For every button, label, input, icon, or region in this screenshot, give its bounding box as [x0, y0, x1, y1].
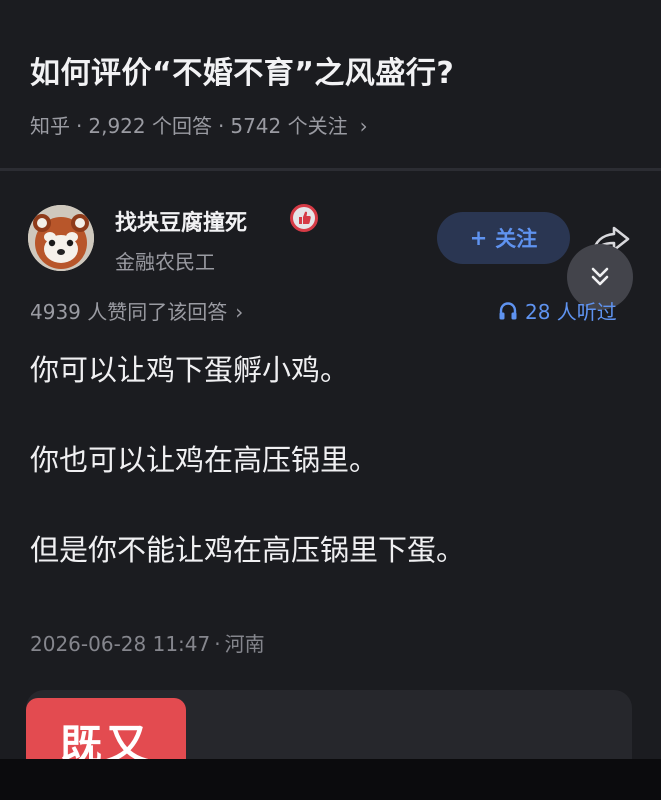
- plus-icon: +: [469, 226, 488, 250]
- meta-separator: ·: [217, 114, 225, 138]
- listen-summary[interactable]: 28 人听过: [497, 296, 647, 325]
- thumbs-up-badge-icon: [290, 204, 318, 232]
- follower-count: 5742 个关注: [230, 114, 348, 138]
- follow-label: 关注: [495, 227, 538, 251]
- double-chevron-down-icon: [591, 267, 609, 286]
- question-meta[interactable]: 知乎 · 2,922 个回答 · 5742 个关注 ›: [30, 110, 368, 139]
- answer-count: 2,922 个回答: [88, 114, 212, 138]
- follow-button[interactable]: + 关注: [437, 212, 570, 264]
- meta-separator: ·: [76, 114, 83, 138]
- question-header[interactable]: 如何评价“不婚不育”之风盛行? 知乎 · 2,922 个回答 · 5742 个关注 ›: [0, 0, 661, 160]
- author-name[interactable]: 找块豆腐撞死: [115, 205, 247, 237]
- author-title: 金融农民工: [115, 250, 215, 274]
- answer-location: 河南: [224, 632, 265, 656]
- headphones-icon: [499, 301, 517, 319]
- answer-page: 如何评价“不婚不育”之风盛行? 知乎 · 2,922 个回答 · 5742 个关注 › 找…: [0, 0, 661, 800]
- chevron-right-icon: ›: [235, 300, 244, 324]
- listen-count: 28 人听过: [525, 300, 617, 324]
- chevron-right-icon: ›: [359, 114, 368, 138]
- question-title[interactable]: 如何评价“不婚不育”之风盛行?: [30, 48, 454, 92]
- red-panda-avatar-image: [28, 205, 94, 271]
- section-divider: [0, 168, 661, 171]
- answer-body: 你可以让鸡下蛋孵小鸡。 你也可以让鸡在高压锅里。 但是你不能让鸡在高压锅里下蛋。: [30, 350, 630, 620]
- answer-line: 你可以让鸡下蛋孵小鸡。: [30, 353, 350, 387]
- likes-summary[interactable]: 4939 人赞同了该回答 ›: [30, 296, 243, 325]
- thumbs-up-glyph: [299, 211, 311, 224]
- answer-timestamp: 2026-06-28 11:47 · 河南: [30, 628, 265, 657]
- meta-separator: ·: [214, 632, 221, 656]
- answer-date: 2026-06-28 11:47: [30, 632, 211, 656]
- answer-line: 你也可以让鸡在高压锅里。: [30, 443, 379, 477]
- answer-line: 但是你不能让鸡在高压锅里下蛋。: [30, 533, 466, 567]
- source-label: 知乎: [30, 114, 70, 138]
- bottom-bar: [0, 759, 661, 800]
- avatar[interactable]: [28, 205, 94, 271]
- likes-text: 4939 人赞同了该回答: [30, 300, 228, 324]
